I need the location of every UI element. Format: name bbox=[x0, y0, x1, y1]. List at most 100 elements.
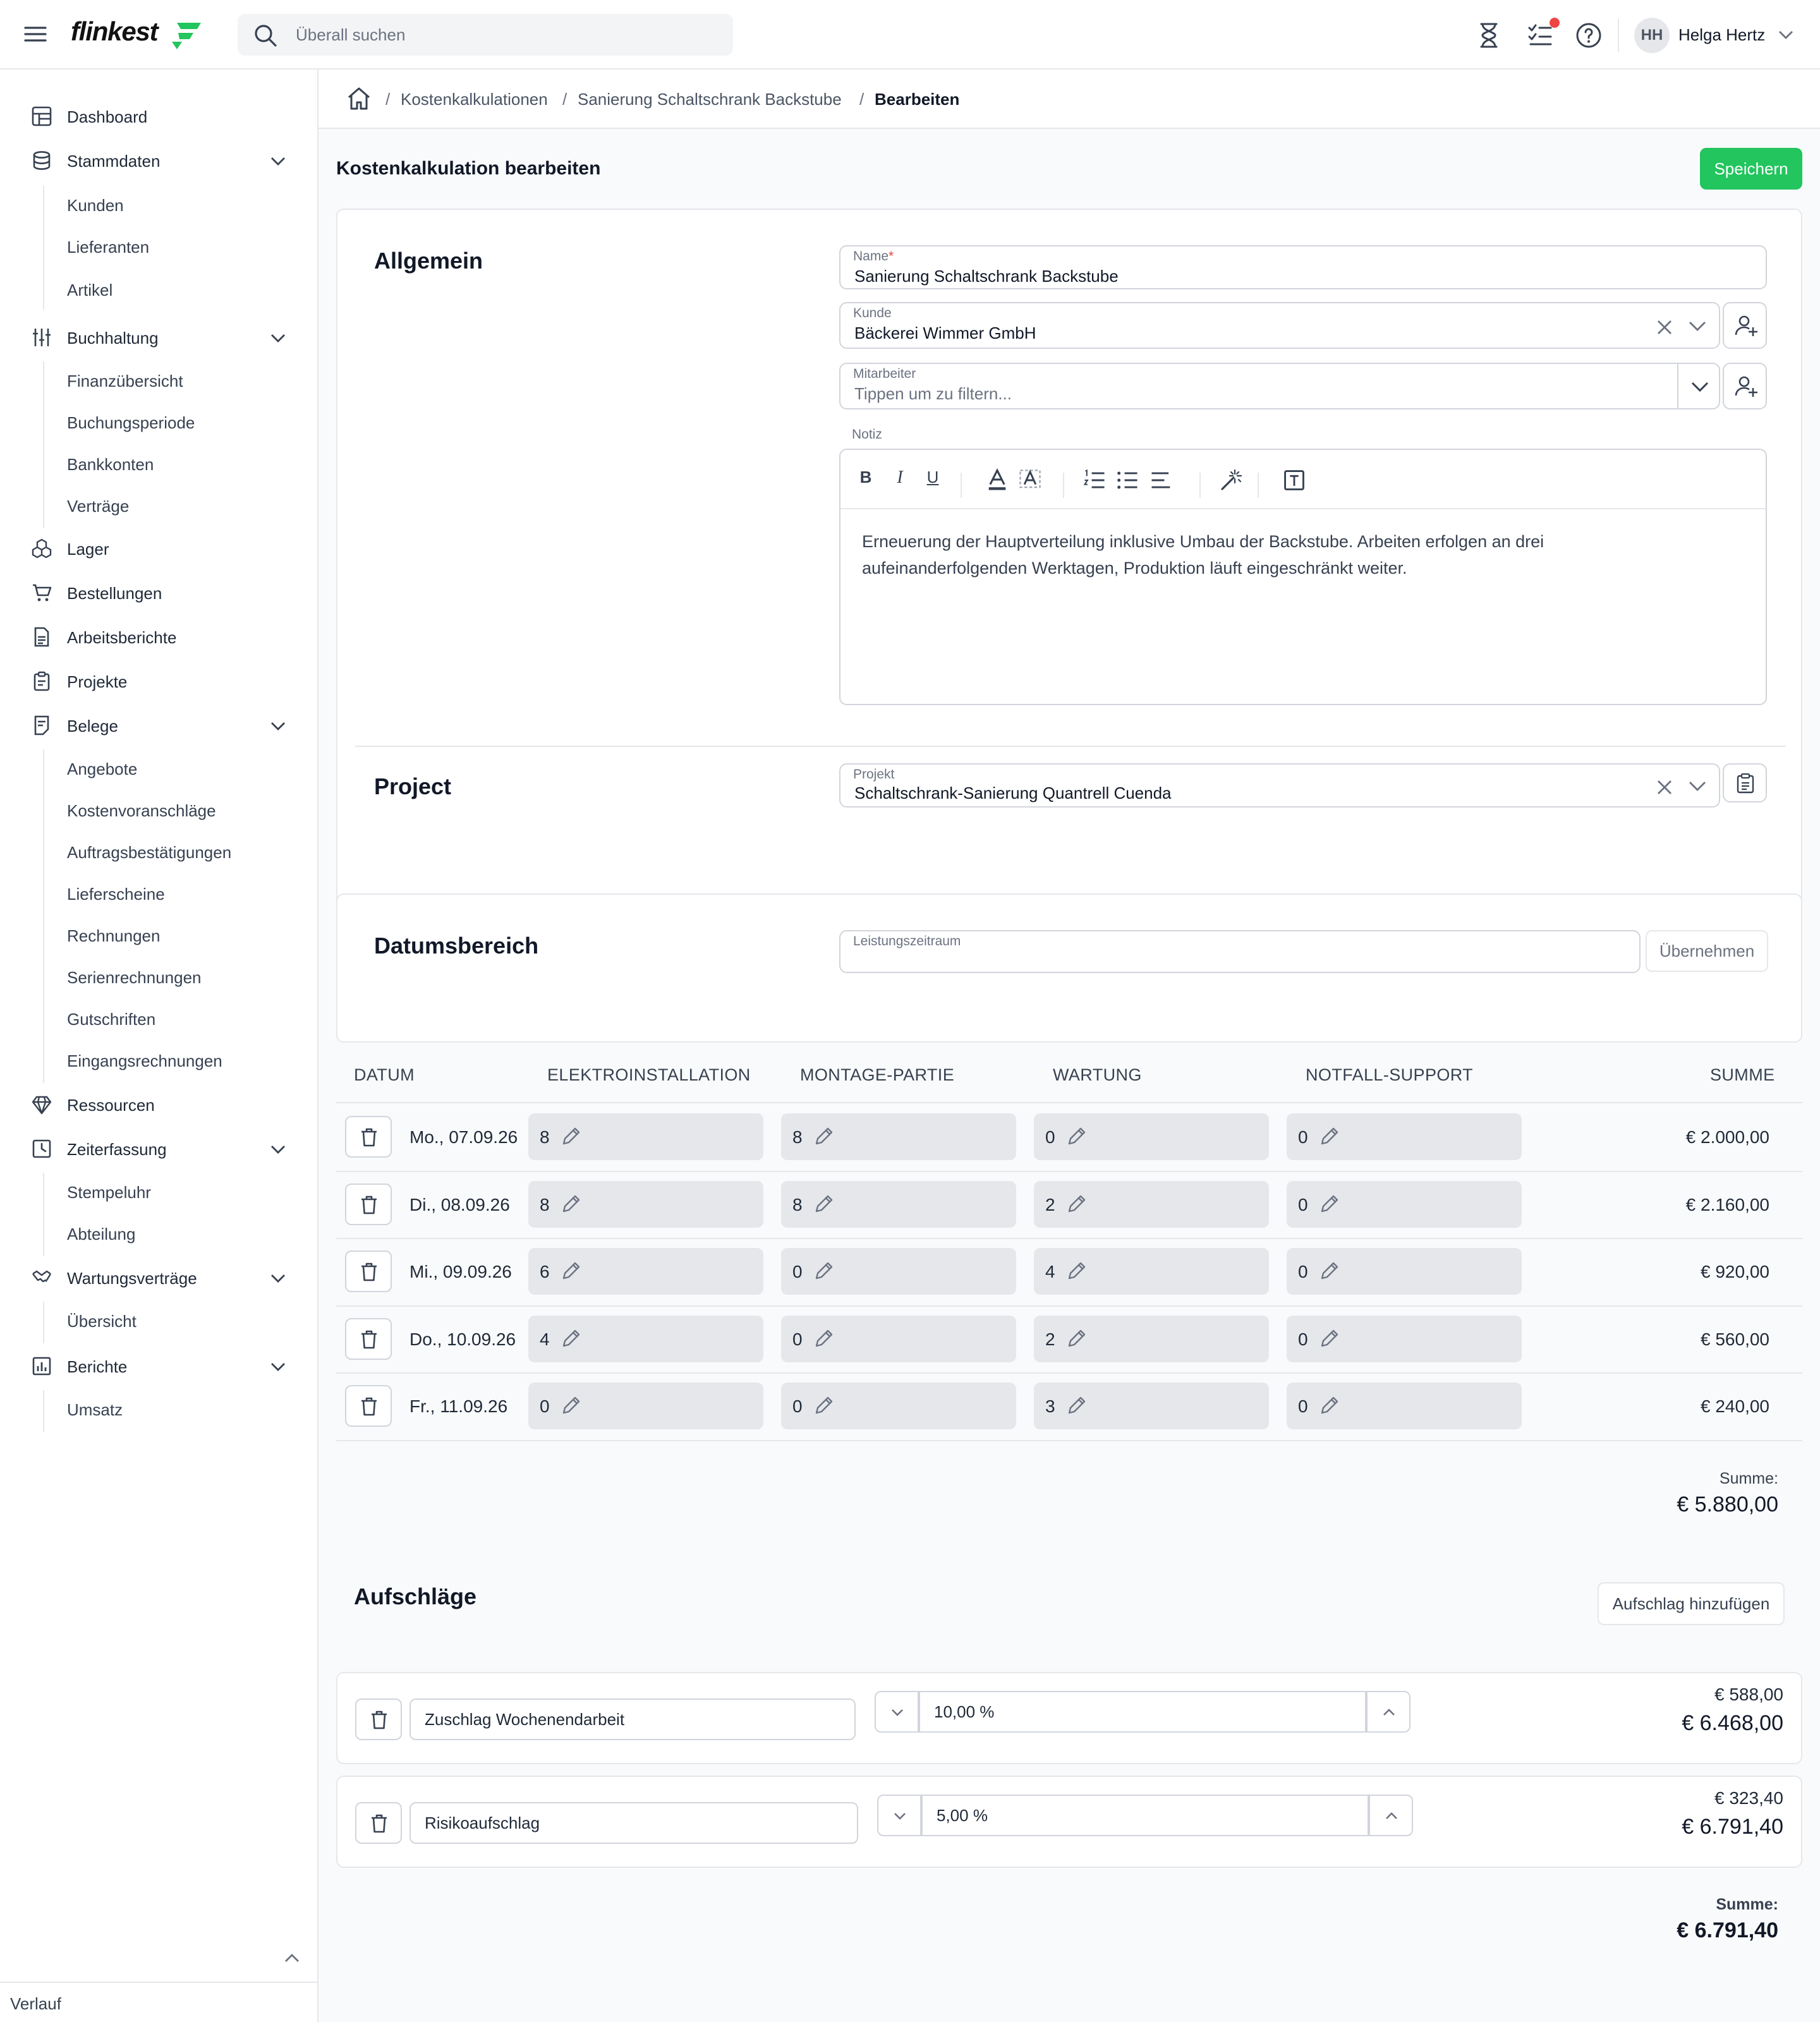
sidebar-item-stammdaten[interactable]: Stammdaten bbox=[0, 139, 317, 182]
sidebar-item-belege[interactable]: Belege bbox=[0, 704, 317, 747]
sidebar-item-berichte[interactable]: Berichte bbox=[0, 1345, 317, 1388]
delete-row-button[interactable] bbox=[345, 1250, 392, 1293]
add-customer-button[interactable] bbox=[1723, 302, 1767, 349]
bullet-list-icon[interactable] bbox=[1116, 468, 1139, 493]
sidebar-subitem-kostenvoranschlaege[interactable]: Kostenvoranschläge bbox=[0, 790, 317, 830]
hours-cell[interactable]: 3 bbox=[1034, 1383, 1269, 1430]
sidebar-subitem-umsatz[interactable]: Umsatz bbox=[0, 1389, 317, 1429]
sidebar-subitem-gutschriften[interactable]: Gutschriften bbox=[0, 998, 317, 1039]
user-name[interactable]: Helga Hertz bbox=[1678, 25, 1765, 45]
sidebar-item-bestellungen[interactable]: Bestellungen bbox=[0, 571, 317, 614]
app-logo[interactable]: flinkest bbox=[71, 16, 159, 47]
hours-cell[interactable]: 8 bbox=[528, 1180, 763, 1228]
hours-cell[interactable]: 8 bbox=[781, 1113, 1016, 1160]
project-select[interactable]: Projekt Schaltschrank-Sanierung Quantrel… bbox=[839, 763, 1720, 808]
hours-cell[interactable]: 8 bbox=[781, 1180, 1016, 1228]
increment-button[interactable] bbox=[1369, 1795, 1413, 1836]
sidebar-subitem-lieferscheine[interactable]: Lieferscheine bbox=[0, 873, 317, 914]
delete-surcharge-button[interactable] bbox=[355, 1802, 402, 1844]
hours-cell[interactable]: 0 bbox=[1287, 1383, 1522, 1430]
delete-row-button[interactable] bbox=[345, 1116, 392, 1158]
save-button[interactable]: Speichern bbox=[1700, 148, 1802, 190]
notes-text[interactable]: Erneuerung der Hauptverteilung inklusive… bbox=[862, 528, 1646, 581]
hours-cell[interactable]: 0 bbox=[781, 1383, 1016, 1430]
sidebar-subitem-bankkonten[interactable]: Bankkonten bbox=[0, 444, 317, 484]
sidebar-subitem-serienrechnungen[interactable]: Serienrechnungen bbox=[0, 957, 317, 997]
bold-button[interactable]: B bbox=[854, 468, 877, 493]
sidebar-subitem-abteilung[interactable]: Abteilung bbox=[0, 1213, 317, 1254]
surcharge-percent-input[interactable] bbox=[919, 1691, 1366, 1733]
sidebar-subitem-stempeluhr[interactable]: Stempeluhr bbox=[0, 1171, 317, 1212]
breadcrumb-item[interactable]: Sanierung Schaltschrank Backstube bbox=[578, 90, 842, 109]
hours-cell[interactable]: 4 bbox=[528, 1315, 763, 1362]
chevron-down-icon[interactable] bbox=[1691, 380, 1709, 393]
service-period-field[interactable]: Leistungszeitraum bbox=[839, 930, 1641, 973]
sidebar-subitem-angebote[interactable]: Angebote bbox=[0, 748, 317, 789]
employee-input[interactable]: Tippen um zu filtern... bbox=[854, 384, 1012, 404]
delete-surcharge-button[interactable] bbox=[355, 1698, 402, 1740]
sidebar-subitem-artikel[interactable]: Artikel bbox=[0, 269, 317, 310]
hours-cell[interactable]: 0 bbox=[1287, 1315, 1522, 1362]
hours-cell[interactable]: 2 bbox=[1034, 1315, 1269, 1362]
hours-cell[interactable]: 0 bbox=[1287, 1248, 1522, 1295]
text-color-icon[interactable] bbox=[986, 468, 1009, 493]
sidebar-subitem-rechnungen[interactable]: Rechnungen bbox=[0, 915, 317, 955]
avatar[interactable]: HH bbox=[1634, 18, 1670, 53]
sidebar-item-projekte[interactable]: Projekte bbox=[0, 660, 317, 703]
delete-row-button[interactable] bbox=[345, 1385, 392, 1427]
highlight-icon[interactable] bbox=[1019, 468, 1041, 493]
increment-button[interactable] bbox=[1366, 1691, 1410, 1733]
hours-cell[interactable]: 2 bbox=[1034, 1180, 1269, 1228]
sidebar-item-buchhaltung[interactable]: Buchhaltung bbox=[0, 316, 317, 359]
sidebar-item-dashboard[interactable]: Dashboard bbox=[0, 95, 317, 138]
clear-icon[interactable] bbox=[1656, 318, 1673, 336]
hours-cell[interactable]: 0 bbox=[781, 1248, 1016, 1295]
hourglass-icon[interactable] bbox=[1476, 21, 1502, 49]
search-input[interactable] bbox=[296, 14, 713, 56]
surcharge-percent-input[interactable] bbox=[921, 1795, 1369, 1836]
surcharge-name-input[interactable] bbox=[410, 1802, 858, 1844]
hours-cell[interactable]: 0 bbox=[528, 1383, 763, 1430]
sidebar-subitem-uebersicht[interactable]: Übersicht bbox=[0, 1300, 317, 1341]
chevron-down-icon[interactable] bbox=[1689, 780, 1706, 792]
hours-cell[interactable]: 0 bbox=[1287, 1180, 1522, 1228]
surcharge-name-input[interactable] bbox=[410, 1698, 856, 1740]
add-employee-button[interactable] bbox=[1723, 363, 1767, 409]
sidebar-subitem-kunden[interactable]: Kunden bbox=[0, 185, 317, 225]
home-icon[interactable] bbox=[346, 86, 372, 111]
chevron-down-icon[interactable] bbox=[1689, 320, 1706, 332]
sidebar-item-ressourcen[interactable]: Ressourcen bbox=[0, 1083, 317, 1126]
chevron-up-icon[interactable] bbox=[283, 1951, 301, 1964]
hours-cell[interactable]: 8 bbox=[528, 1113, 763, 1160]
apply-button[interactable]: Übernehmen bbox=[1646, 930, 1768, 972]
decrement-button[interactable] bbox=[875, 1691, 919, 1733]
chevron-down-icon[interactable] bbox=[1778, 28, 1793, 40]
open-project-button[interactable] bbox=[1723, 763, 1767, 802]
text-box-icon[interactable] bbox=[1283, 468, 1306, 493]
italic-button[interactable]: I bbox=[889, 468, 911, 493]
hours-cell[interactable]: 0 bbox=[1034, 1113, 1269, 1160]
delete-row-button[interactable] bbox=[345, 1183, 392, 1225]
hours-cell[interactable]: 0 bbox=[781, 1315, 1016, 1362]
align-icon[interactable] bbox=[1150, 468, 1173, 493]
name-field[interactable]: Name* Sanierung Schaltschrank Backstube bbox=[839, 245, 1767, 289]
sidebar-item-arbeitsberichte[interactable]: Arbeitsberichte bbox=[0, 615, 317, 658]
sidebar-subitem-auftragsbestaetigungen[interactable]: Auftragsbestätigungen bbox=[0, 832, 317, 872]
ordered-list-icon[interactable] bbox=[1083, 468, 1106, 493]
help-icon[interactable] bbox=[1575, 21, 1603, 49]
decrement-button[interactable] bbox=[877, 1795, 921, 1836]
sidebar-subitem-vertraege[interactable]: Verträge bbox=[0, 485, 317, 526]
underline-button[interactable]: U bbox=[921, 468, 944, 493]
breadcrumb-item[interactable]: Kostenkalkulationen bbox=[401, 90, 548, 109]
sidebar-subitem-eingangsrechnungen[interactable]: Eingangsrechnungen bbox=[0, 1040, 317, 1081]
customer-select[interactable]: Kunde Bäckerei Wimmer GmbH bbox=[839, 302, 1720, 349]
sidebar-item-lager[interactable]: Lager bbox=[0, 527, 317, 570]
menu-icon[interactable] bbox=[23, 23, 48, 45]
notes-editor[interactable]: B I U Erneuerung der Hauptverteilung ink… bbox=[839, 449, 1767, 705]
hours-cell[interactable]: 0 bbox=[1287, 1113, 1522, 1160]
sidebar-item-wartungsvertraege[interactable]: Wartungsverträge bbox=[0, 1256, 317, 1299]
hours-cell[interactable]: 6 bbox=[528, 1248, 763, 1295]
sidebar-item-zeiterfassung[interactable]: Zeiterfassung bbox=[0, 1127, 317, 1170]
delete-row-button[interactable] bbox=[345, 1317, 392, 1360]
sidebar-subitem-buchungsperiode[interactable]: Buchungsperiode bbox=[0, 402, 317, 442]
